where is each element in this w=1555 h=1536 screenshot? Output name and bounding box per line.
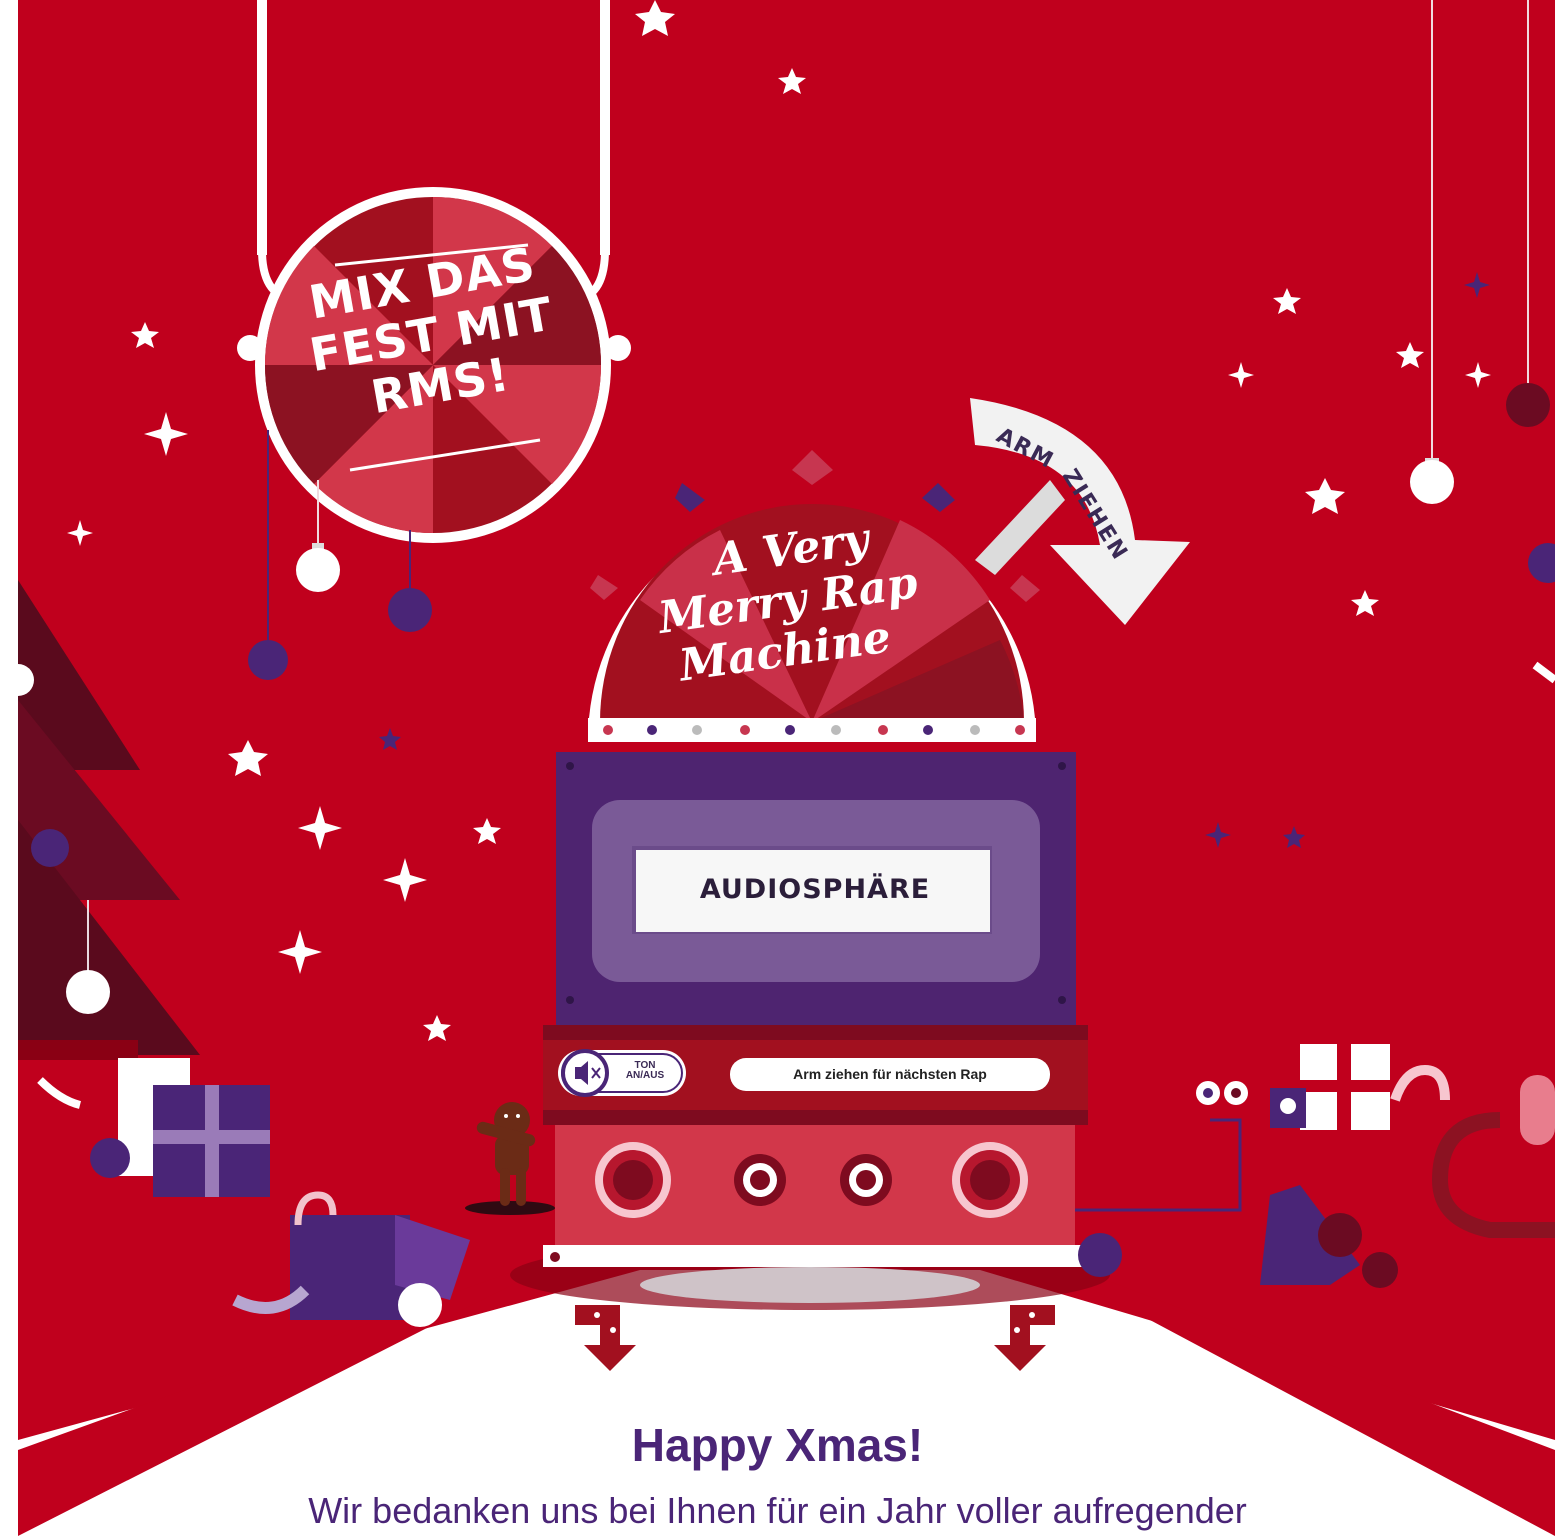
intro-text: Wir bedanken uns bei Ihnen für ein Jahr …	[308, 1490, 1247, 1531]
pull-arm-hint: Arm ziehen für nächsten Rap	[793, 1066, 987, 1082]
machine-display: AUDIOSPHÄRE	[699, 874, 931, 905]
sound-toggle-label[interactable]: TON AN/AUS	[614, 1061, 676, 1081]
page-heading: Happy Xmas!	[631, 1419, 924, 1471]
sound-toggle-label-line2: AN/AUS	[625, 1070, 665, 1081]
christmas-scene: ARM ZIEHEN	[0, 0, 1555, 1536]
